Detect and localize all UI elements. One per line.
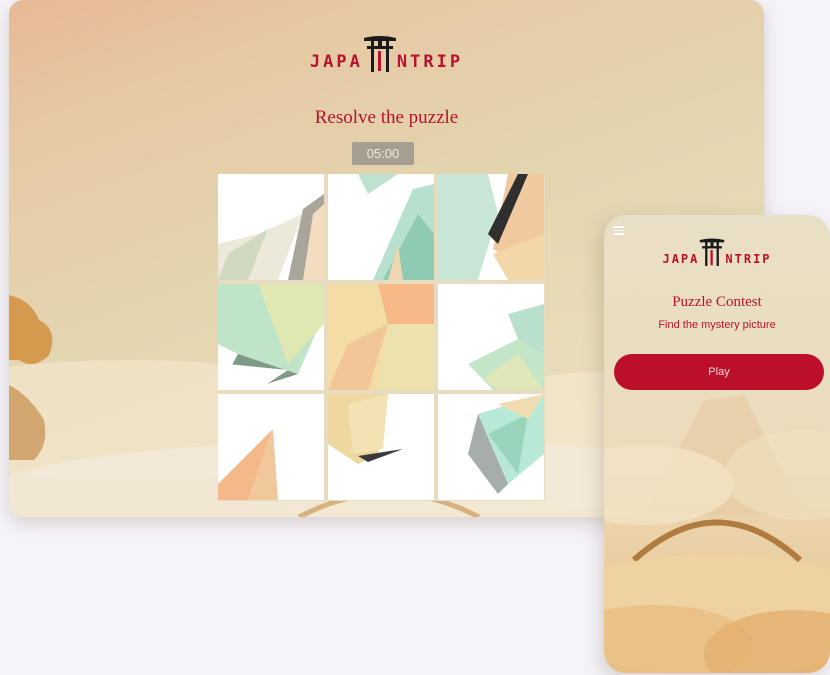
brand-text-left: JAPA bbox=[309, 52, 363, 72]
play-button[interactable]: Play bbox=[614, 354, 824, 390]
puzzle-tile[interactable] bbox=[438, 174, 544, 280]
puzzle-tile[interactable] bbox=[438, 284, 544, 390]
brand-logo: JAPA NTRIP bbox=[9, 32, 764, 72]
torii-gate-icon bbox=[363, 34, 397, 72]
contest-title: Puzzle Contest bbox=[672, 294, 762, 310]
puzzle-tile[interactable] bbox=[218, 394, 324, 500]
brand-text-right: NTRIP bbox=[725, 252, 772, 266]
mobile-brand-logo: JAPA NTRIP bbox=[604, 236, 830, 266]
puzzle-tile[interactable] bbox=[218, 284, 324, 390]
page-title: Resolve the puzzle bbox=[314, 107, 459, 128]
brand-text-left: JAPA bbox=[662, 252, 700, 266]
countdown-timer: 05:00 bbox=[352, 142, 414, 165]
puzzle-tile[interactable] bbox=[328, 394, 434, 500]
mobile-app-window: JAPA NTRIP Puzzle Contest Find the myste… bbox=[604, 215, 830, 673]
puzzle-tile[interactable] bbox=[438, 394, 544, 500]
puzzle-tile[interactable] bbox=[218, 174, 324, 280]
puzzle-tile[interactable] bbox=[328, 284, 434, 390]
torii-gate-icon bbox=[699, 237, 725, 266]
contest-subtitle: Find the mystery picture bbox=[658, 319, 776, 331]
puzzle-grid bbox=[218, 174, 545, 501]
puzzle-tile[interactable] bbox=[328, 174, 434, 280]
hamburger-menu-icon[interactable] bbox=[614, 226, 624, 235]
mobile-background-landscape bbox=[604, 395, 830, 673]
brand-text-right: NTRIP bbox=[396, 52, 464, 72]
